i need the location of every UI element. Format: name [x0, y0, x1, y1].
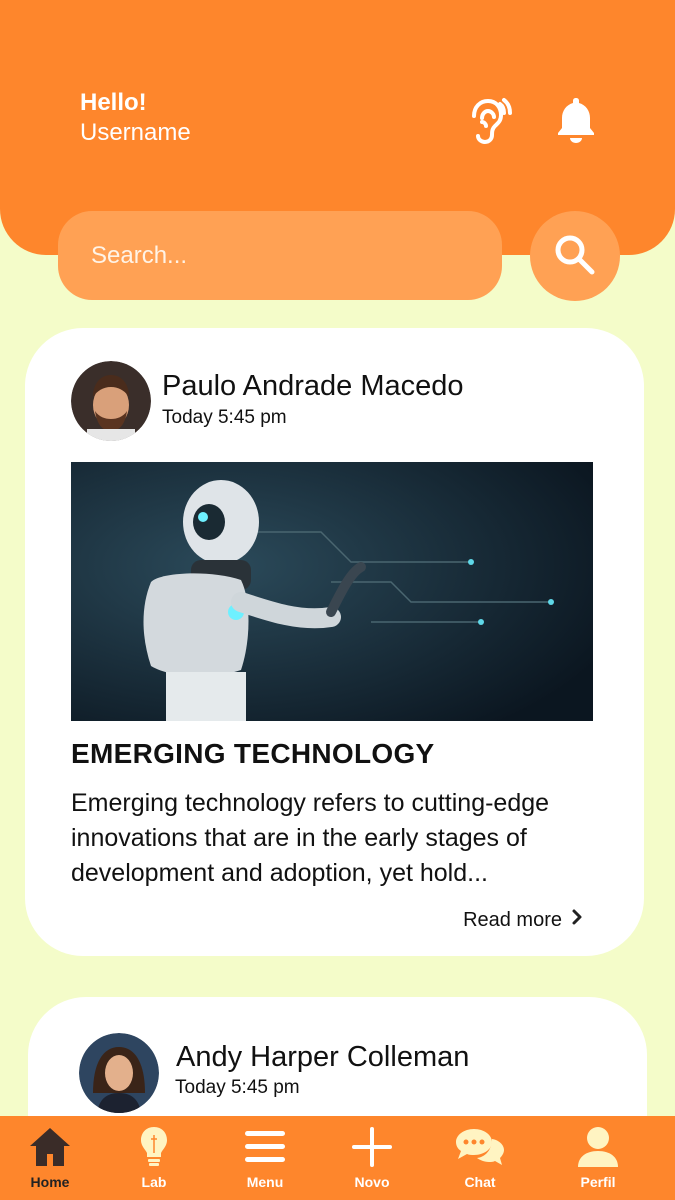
author-avatar — [71, 361, 151, 441]
nav-label: Menu — [246, 1174, 284, 1190]
nav-label: Lab — [141, 1174, 167, 1190]
search-button[interactable] — [530, 211, 620, 301]
post-image — [71, 462, 593, 721]
nav-perfil[interactable]: Perfil — [553, 1122, 643, 1200]
bell-icon[interactable] — [548, 92, 604, 148]
read-more-label: Read more — [463, 908, 562, 931]
greeting-hello: Hello! — [80, 89, 147, 116]
nav-chat[interactable]: Chat — [435, 1122, 525, 1200]
ear-icon[interactable] — [460, 92, 516, 148]
author-name: Paulo Andrade Macedo — [162, 370, 464, 402]
plus-icon — [327, 1122, 417, 1172]
nav-novo[interactable]: Novo — [327, 1122, 417, 1200]
menu-icon — [220, 1122, 310, 1172]
read-more-link[interactable]: Read more — [463, 908, 584, 932]
username: Username — [80, 119, 191, 146]
post-time: Today 5:45 pm — [175, 1077, 300, 1098]
search-input[interactable] — [58, 211, 502, 300]
nav-menu[interactable]: Menu — [220, 1122, 310, 1200]
lightbulb-icon — [109, 1122, 199, 1172]
author-avatar — [79, 1033, 159, 1113]
post-time: Today 5:45 pm — [162, 407, 287, 428]
post-card[interactable]: Paulo Andrade Macedo Today 5:45 pm EMERG… — [25, 328, 644, 956]
nav-label: Perfil — [580, 1174, 616, 1190]
home-icon — [5, 1122, 95, 1172]
post-title: EMERGING TECHNOLOGY — [71, 738, 435, 769]
post-excerpt: Emerging technology refers to cutting-ed… — [71, 789, 550, 887]
chevron-right-icon — [570, 908, 584, 932]
bottom-nav: Home Lab Menu Novo Chat Perfil — [0, 1116, 675, 1200]
search-icon — [552, 232, 598, 281]
nav-home[interactable]: Home — [5, 1122, 95, 1200]
nav-lab[interactable]: Lab — [109, 1122, 199, 1200]
author-name: Andy Harper Colleman — [176, 1041, 470, 1073]
nav-label: Home — [30, 1174, 70, 1190]
nav-label: Novo — [354, 1174, 390, 1190]
user-icon — [553, 1122, 643, 1172]
nav-label: Chat — [464, 1174, 496, 1190]
greeting: Hello! Username — [80, 88, 191, 148]
chat-icon — [435, 1122, 525, 1172]
